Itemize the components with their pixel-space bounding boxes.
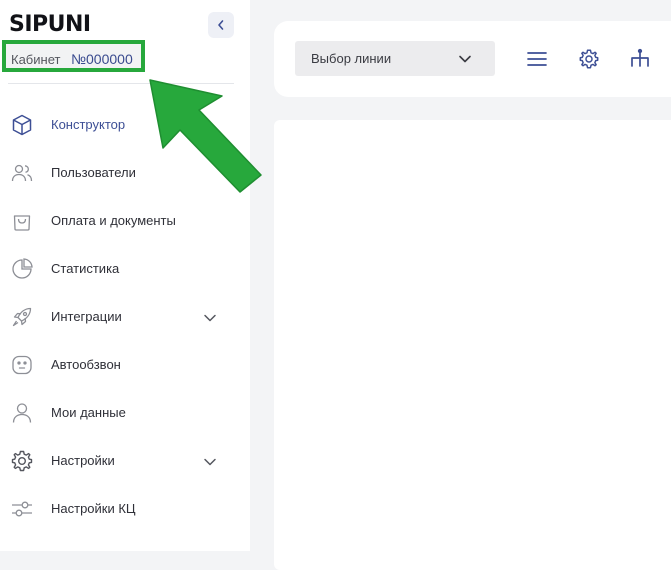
chevron-down-icon[interactable]: [202, 310, 218, 326]
sidebar-item-settings[interactable]: Настройки: [0, 441, 250, 481]
sidebar-item-label: Пользователи: [51, 165, 136, 180]
sidebar-item-label: Мои данные: [51, 405, 126, 420]
sidebar: SIPUNI Кабинет №000000 Конструктор Польз…: [0, 0, 250, 551]
chevron-left-icon: [218, 20, 224, 30]
user-icon: [12, 403, 32, 423]
pie-chart-icon: [12, 258, 33, 279]
gear-icon: [11, 450, 33, 472]
sidebar-item-label: Настройки: [51, 453, 115, 468]
top-toolbar: Выбор линии: [274, 21, 671, 97]
sidebar-item-label: Конструктор: [51, 117, 126, 132]
line-select-placeholder: Выбор линии: [311, 51, 392, 66]
cabinet-highlight: Кабинет №000000: [2, 40, 145, 72]
menu-icon[interactable]: [526, 48, 548, 70]
sidebar-item-label: Статистика: [51, 261, 120, 276]
cube-icon: [12, 114, 32, 136]
sidebar-divider: [8, 83, 234, 84]
sidebar-item-label: Автообзвон: [51, 357, 121, 372]
chevron-down-icon[interactable]: [202, 454, 218, 470]
line-select[interactable]: Выбор линии: [295, 41, 495, 76]
gear-icon[interactable]: [578, 48, 600, 70]
collapse-sidebar-button[interactable]: [208, 12, 234, 38]
sidebar-item-label: Оплата и документы: [51, 213, 176, 228]
cabinet-label: Кабинет: [11, 52, 61, 67]
bag-icon: [13, 215, 31, 231]
cabinet-number: №000000: [71, 51, 133, 67]
sidebar-item-cc-settings[interactable]: Настройки КЦ: [0, 489, 250, 529]
sidebar-item-label: Настройки КЦ: [51, 501, 136, 516]
sidebar-item-label: Интеграции: [51, 309, 122, 324]
logo: SIPUNI: [9, 12, 91, 37]
sidebar-item-users[interactable]: Пользователи: [0, 153, 250, 193]
sidebar-item-integrations[interactable]: Интеграции: [0, 297, 250, 337]
sidebar-item-constructor[interactable]: Конструктор: [0, 105, 250, 145]
rocket-icon: [12, 307, 32, 327]
sidebar-item-payments[interactable]: Оплата и документы: [0, 201, 250, 241]
hierarchy-icon[interactable]: [629, 48, 651, 70]
sliders-icon: [12, 501, 32, 517]
sidebar-item-my-data[interactable]: Мои данные: [0, 393, 250, 433]
sidebar-item-statistics[interactable]: Статистика: [0, 249, 250, 289]
robot-face-icon: [12, 355, 32, 375]
chevron-down-icon: [459, 55, 471, 63]
constructor-canvas: [274, 120, 671, 570]
sidebar-item-autodialer[interactable]: Автообзвон: [0, 345, 250, 385]
users-icon: [11, 164, 33, 182]
